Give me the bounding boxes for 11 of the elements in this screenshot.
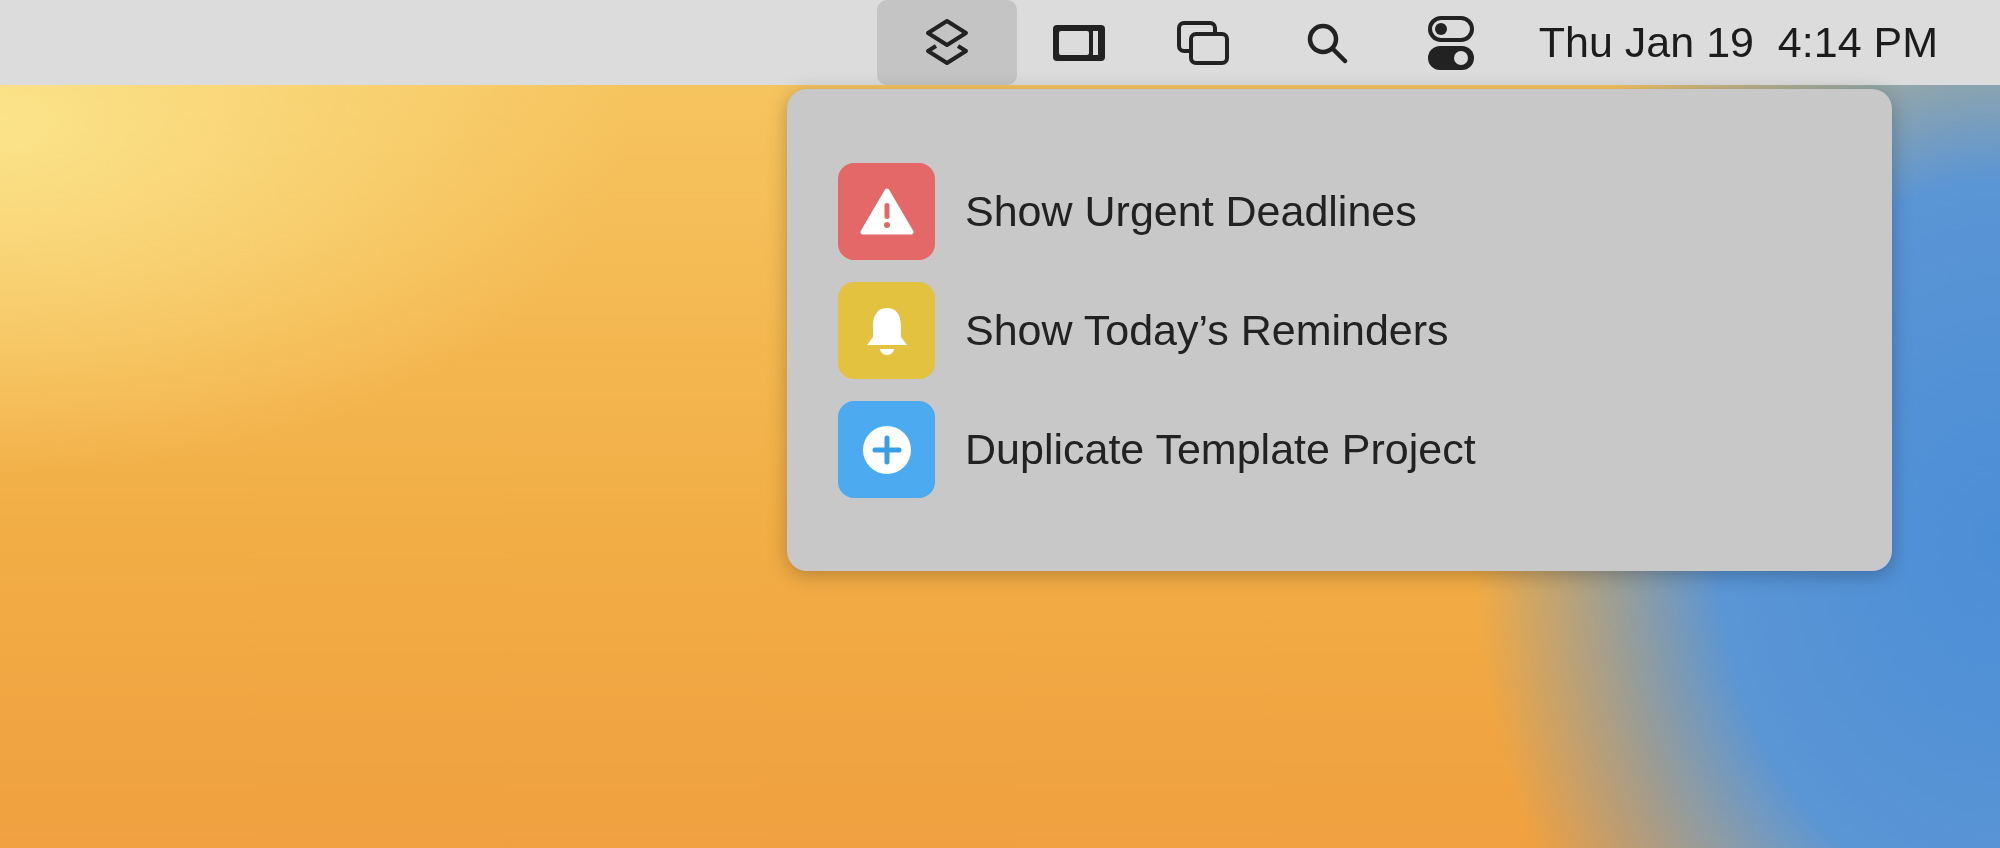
toggle-switches-icon: [1427, 15, 1474, 70]
menu-item-label: Duplicate Template Project: [965, 424, 1476, 476]
search-icon: [1305, 21, 1348, 64]
menu-item-label: Show Today’s Reminders: [965, 305, 1449, 357]
sidebar-window-icon: [1050, 22, 1107, 63]
menu-bar-clock[interactable]: Thu Jan 19 4:14 PM: [1538, 10, 1938, 75]
menu-item-label: Show Urgent Deadlines: [965, 186, 1417, 238]
warning-icon: [859, 187, 914, 236]
overlapping-windows-icon: [1176, 20, 1229, 65]
plus-circle-icon: [861, 424, 912, 475]
menu-bar-button[interactable]: [876, 0, 1017, 85]
